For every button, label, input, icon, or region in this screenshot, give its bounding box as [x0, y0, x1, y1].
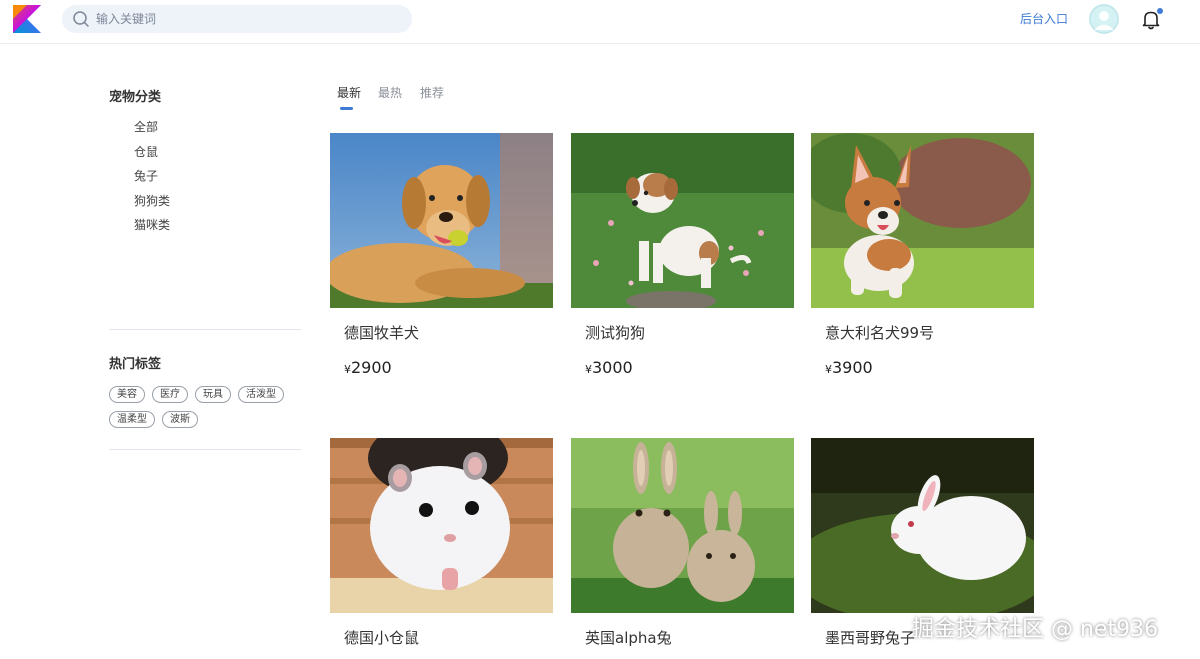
product-name[interactable]: 英国alpha兔 — [585, 627, 672, 648]
tag-list: 美容 医疗 玩具 活泼型 温柔型 波斯 — [109, 385, 301, 428]
puppy-grass-photo[interactable] — [571, 133, 794, 308]
tag-gentle[interactable]: 温柔型 — [109, 410, 155, 428]
tag-persian[interactable]: 波斯 — [162, 410, 198, 428]
category-item-rabbit[interactable]: 兔子 — [109, 164, 301, 189]
category-item-cat[interactable]: 猫咪类 — [109, 213, 301, 238]
tab-hottest[interactable]: 最热 — [378, 84, 402, 101]
sidebar: 宠物分类 全部 仓鼠 兔子 狗狗类 猫咪类 热门标签 美容 医疗 玩具 活泼型 … — [109, 86, 301, 450]
product-price: ¥3900 — [825, 358, 873, 377]
product-name[interactable]: 德国小仓鼠 — [344, 627, 419, 648]
tag-beauty[interactable]: 美容 — [109, 385, 145, 403]
tab-recommended[interactable]: 推荐 — [420, 84, 444, 101]
watermark: 掘金技术社区 @ net936 — [912, 617, 1159, 642]
category-title: 宠物分类 — [109, 90, 162, 105]
currency-symbol: ¥ — [585, 363, 592, 376]
price-value: 2900 — [351, 358, 392, 377]
search-icon[interactable] — [72, 10, 90, 28]
search-input[interactable] — [96, 5, 396, 33]
sidebar-divider — [109, 328, 301, 330]
sidebar-divider-bottom — [109, 448, 301, 450]
currency-symbol: ¥ — [825, 363, 832, 376]
tag-medical[interactable]: 医疗 — [152, 385, 188, 403]
currency-symbol: ¥ — [344, 363, 351, 376]
tab-newest[interactable]: 最新 — [337, 84, 361, 101]
hot-tags-title: 热门标签 — [109, 356, 162, 372]
product-card[interactable]: 意大利名犬99号 ¥3900 — [811, 133, 1034, 377]
product-name[interactable]: 墨西哥野兔子 — [825, 627, 915, 648]
category-item-all[interactable]: 全部 — [109, 115, 301, 140]
product-price: ¥2900 — [344, 358, 392, 377]
category-item-hamster[interactable]: 仓鼠 — [109, 140, 301, 165]
tag-lively[interactable]: 活泼型 — [238, 385, 284, 403]
category-list: 全部 仓鼠 兔子 狗狗类 猫咪类 — [109, 115, 301, 238]
product-card[interactable]: 德国牧羊犬 ¥2900 — [330, 133, 553, 377]
logo-icon[interactable] — [13, 5, 41, 33]
product-card[interactable]: 测试狗狗 ¥3000 — [571, 133, 794, 377]
product-name[interactable]: 意大利名犬99号 — [825, 322, 934, 343]
admin-entry-link[interactable]: 后台入口 — [1020, 10, 1068, 27]
corgi-photo[interactable] — [811, 133, 1034, 308]
rabbits-photo[interactable] — [571, 438, 794, 613]
active-tab-underline — [340, 107, 353, 110]
golden-dog-photo[interactable] — [330, 133, 553, 308]
tag-toy[interactable]: 玩具 — [195, 385, 231, 403]
product-price: ¥3000 — [585, 358, 633, 377]
hamster-photo[interactable] — [330, 438, 553, 613]
notification-dot — [1157, 8, 1163, 14]
product-card[interactable]: 英国alpha兔 — [571, 438, 794, 647]
white-rabbit-photo[interactable] — [811, 438, 1034, 613]
price-value: 3000 — [592, 358, 633, 377]
user-avatar-icon[interactable] — [1089, 4, 1119, 34]
price-value: 3900 — [832, 358, 873, 377]
category-item-dog[interactable]: 狗狗类 — [109, 189, 301, 214]
product-name[interactable]: 测试狗狗 — [585, 322, 645, 343]
product-card[interactable]: 德国小仓鼠 — [330, 438, 553, 647]
product-name[interactable]: 德国牧羊犬 — [344, 322, 419, 343]
top-header: 后台入口 — [0, 0, 1200, 44]
product-card[interactable]: 墨西哥野兔子 — [811, 438, 1034, 647]
search-bar[interactable] — [62, 5, 412, 33]
